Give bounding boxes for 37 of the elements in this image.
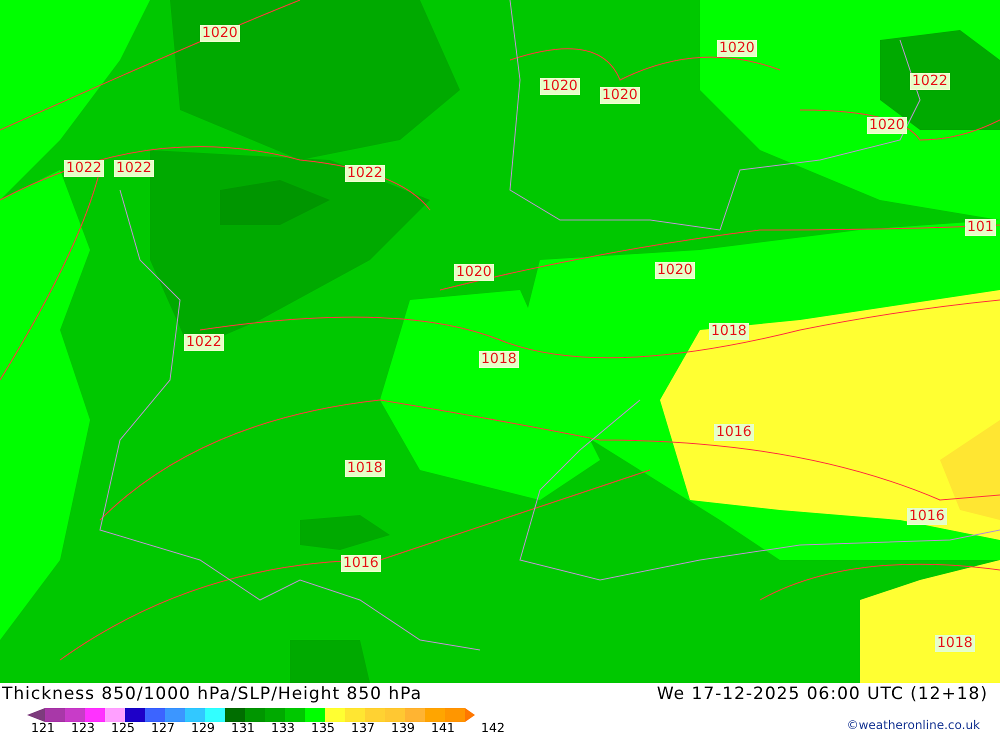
isobar-label: 1022 [345,165,385,182]
map-title: Thickness 850/1000 hPa/SLP/Height 850 hPa [2,684,422,704]
isobar-label: 1018 [479,351,519,368]
isobar-label: 1022 [64,160,104,177]
legend-label: 127 [151,721,175,733]
isobar-label: 101 [965,219,996,236]
isobar-label: 1020 [200,25,240,42]
isobar-label: 1020 [717,40,757,57]
legend-label: 125 [111,721,135,733]
isobar-label: 1020 [540,78,580,95]
legend-right-arrow-icon [465,708,475,722]
legend-label: 142 [481,721,505,733]
isobar-label: 1020 [867,117,907,134]
isobar-label: 1018 [935,635,975,652]
legend-label: 139 [391,721,415,733]
legend-label: 133 [271,721,295,733]
legend-label: 137 [351,721,375,733]
isobar-label: 1016 [907,508,947,525]
legend-label: 141 [431,721,455,733]
legend-label: 135 [311,721,335,733]
isobar-label: 1022 [910,73,950,90]
isobar-label: 1016 [714,424,754,441]
isobar-label: 1016 [341,555,381,572]
valid-time: We 17-12-2025 06:00 UTC (12+18) [656,684,988,704]
isobar-label: 1022 [184,334,224,351]
isobar-label: 1018 [345,460,385,477]
legend-left-arrow-icon [27,708,45,722]
isobar-label: 1022 [114,160,154,177]
credit-link[interactable]: ©weatheronline.co.uk [846,718,980,732]
isobar-label: 1018 [709,323,749,340]
isobar-label: 1020 [600,87,640,104]
isobar-label: 1020 [454,264,494,281]
legend-label: 123 [71,721,95,733]
legend-label: 129 [191,721,215,733]
isobar-label: 1020 [655,262,695,279]
legend-label: 121 [31,721,55,733]
legend-label: 131 [231,721,255,733]
